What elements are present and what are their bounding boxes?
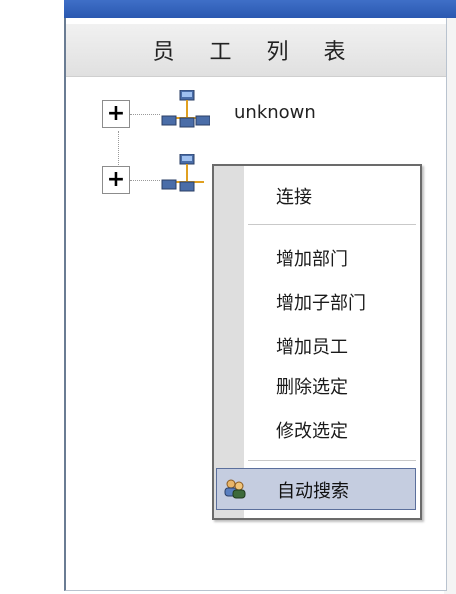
menu-item-label: 修改选定 <box>276 421 348 442</box>
tree-connector <box>130 114 160 115</box>
left-blank-area <box>0 0 64 594</box>
menu-item-delete-selected[interactable]: 删除选定 <box>244 370 420 402</box>
tree-node-2[interactable]: + <box>102 154 222 206</box>
network-icon <box>161 90 210 128</box>
tree-node-label[interactable]: unknown <box>234 102 316 123</box>
panel-title: 员 工 列 表 <box>152 40 360 65</box>
menu-item-connect[interactable]: 连接 <box>244 180 420 212</box>
expand-icon[interactable]: + <box>102 100 130 128</box>
menu-item-label: 增加部门 <box>276 249 348 270</box>
menu-item-edit-selected[interactable]: 修改选定 <box>244 414 420 446</box>
tree-connector <box>130 180 160 181</box>
menu-item-add-employee[interactable]: 增加员工 <box>244 330 420 362</box>
menu-item-label: 增加子部门 <box>276 293 366 314</box>
menu-item-label: 连接 <box>276 187 312 208</box>
menu-icon-gutter <box>214 166 244 518</box>
expand-icon[interactable]: + <box>102 166 130 194</box>
context-menu: 连接 增加部门 增加子部门 增加员工 删除选定 修改选定 自动搜索 <box>212 164 422 520</box>
menu-item-label: 删除选定 <box>276 377 348 398</box>
network-icon <box>161 154 204 192</box>
tree-node-1[interactable]: + unknown <box>102 90 342 136</box>
menu-item-label: 增加员工 <box>276 337 348 358</box>
menu-item-label: 自动搜索 <box>277 481 349 502</box>
menu-item-auto-search[interactable]: 自动搜索 <box>216 468 416 510</box>
menu-item-add-department[interactable]: 增加部门 <box>244 242 420 274</box>
window-title-bar <box>64 0 456 18</box>
panel-header: 员 工 列 表 <box>66 24 446 77</box>
menu-separator <box>248 224 416 225</box>
tree-connector-vertical <box>118 131 119 171</box>
menu-separator <box>248 460 416 461</box>
menu-item-add-subdepartment[interactable]: 增加子部门 <box>244 286 420 318</box>
users-icon <box>224 479 246 499</box>
